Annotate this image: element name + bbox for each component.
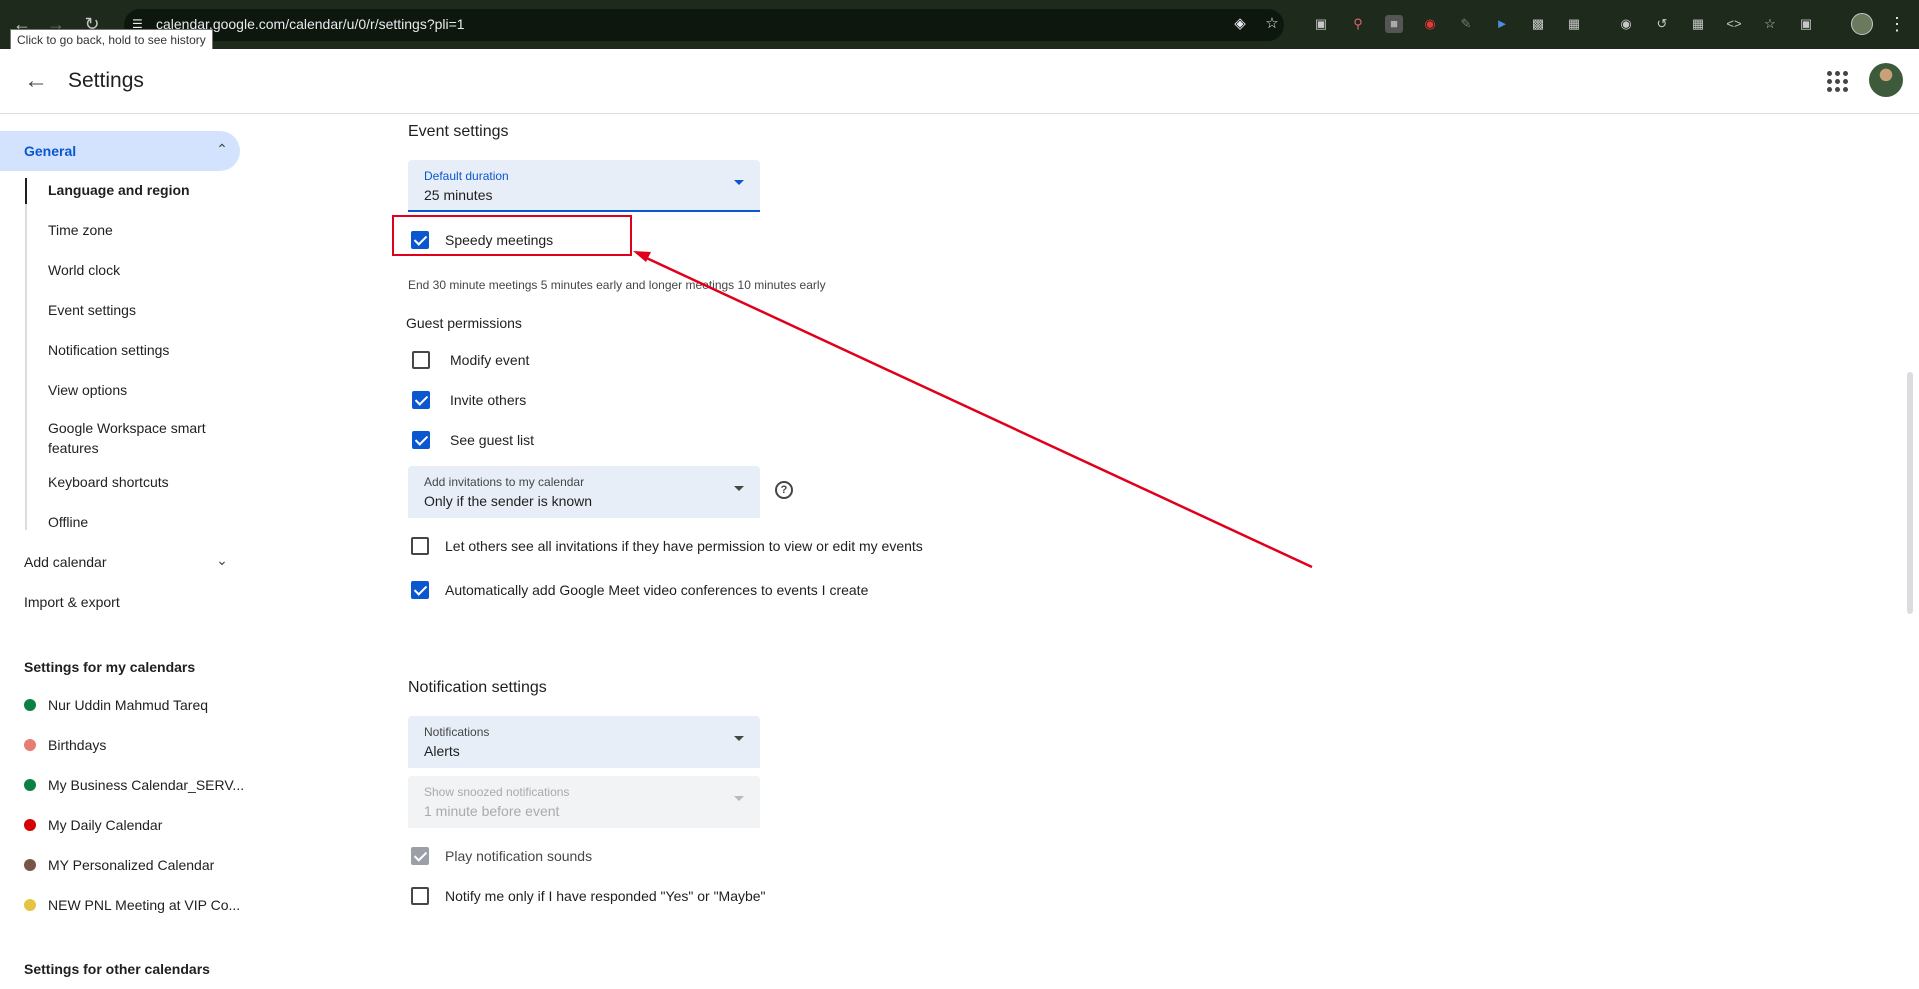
google-apps-icon[interactable] xyxy=(1825,69,1849,93)
account-avatar[interactable] xyxy=(1869,63,1903,97)
modify-event-checkbox[interactable] xyxy=(412,351,430,369)
blue-extension-icon[interactable]: ► xyxy=(1493,15,1511,33)
dropdown-label: Default duration xyxy=(424,169,509,183)
notification-settings-title: Notification settings xyxy=(408,679,547,696)
sidebar-item-label: General xyxy=(24,143,77,159)
browser-menu-icon[interactable]: ⋮ xyxy=(1888,13,1906,35)
dropdown-label: Show snoozed notifications xyxy=(424,785,570,799)
back-tooltip: Click to go back, hold to see history xyxy=(10,29,213,51)
back-arrow-icon[interactable]: ← xyxy=(22,67,50,95)
sidebar-item-import-export[interactable]: Import & export xyxy=(24,594,120,610)
dropdown-arrow-icon xyxy=(734,796,744,801)
dropdown-label: Add invitations to my calendar xyxy=(424,475,585,489)
dropdown-arrow-icon xyxy=(734,180,744,185)
layout-icon[interactable]: ▦ xyxy=(1689,15,1707,33)
settings-sidebar: General ⌃ Language and region Time zone … xyxy=(0,115,260,989)
sidebar-calendar-item[interactable]: Birthdays xyxy=(48,737,106,753)
checkbox-label: Automatically add Google Meet video conf… xyxy=(445,582,869,598)
trash-icon[interactable]: ▣ xyxy=(1797,15,1815,33)
favorites-icon[interactable]: ☆ xyxy=(1761,15,1779,33)
invite-others-checkbox[interactable] xyxy=(412,391,430,409)
help-circle-icon[interactable]: ? xyxy=(775,481,793,499)
nav-guide-line xyxy=(25,178,27,530)
history-icon[interactable]: ↺ xyxy=(1653,15,1671,33)
camera-extension-icon[interactable]: ▣ xyxy=(1312,15,1330,33)
calendar-color-dot xyxy=(24,819,36,831)
scrollbar[interactable] xyxy=(1907,372,1913,614)
dropdown-value: Only if the sender is known xyxy=(424,493,593,509)
sidebar-item-workspace-smart-features[interactable]: Google Workspace smart features xyxy=(48,418,228,458)
gray-extension-icon[interactable]: ■ xyxy=(1385,15,1403,33)
dropdown-value: 1 minute before event xyxy=(424,803,560,819)
browser-profile-avatar[interactable] xyxy=(1851,13,1873,35)
red-extension-icon[interactable]: ◉ xyxy=(1421,15,1439,33)
checkbox-label: See guest list xyxy=(450,432,535,448)
page-title: Settings xyxy=(68,69,144,92)
play-sounds-checkbox xyxy=(411,847,429,865)
sidebar-item-event-settings[interactable]: Event settings xyxy=(48,302,136,318)
dropdown-value: 25 minutes xyxy=(424,187,493,203)
sidebar-item-language-region[interactable]: Language and region xyxy=(48,182,190,198)
sidebar-calendar-item[interactable]: Nur Uddin Mahmud Tareq xyxy=(48,697,208,713)
guest-permissions-title: Guest permissions xyxy=(406,315,522,331)
sidebar-calendar-item[interactable]: My Daily Calendar xyxy=(48,817,162,833)
view-site-icon[interactable]: ◈ xyxy=(1231,15,1249,33)
checkbox-label: Let others see all invitations if they h… xyxy=(445,538,923,554)
pen-extension-icon[interactable]: ✎ xyxy=(1457,15,1475,33)
sidebar-item-add-calendar[interactable]: Add calendar xyxy=(24,554,107,570)
browser-toolbar: ← → ↻ ☰ calendar.google.com/calendar/u/0… xyxy=(0,0,1919,49)
dropdown-arrow-icon xyxy=(734,486,744,491)
calendar-color-dot xyxy=(24,779,36,791)
calendar-color-dot xyxy=(24,739,36,751)
let-others-see-checkbox[interactable] xyxy=(411,537,429,555)
checkbox-label: Notify me only if I have responded "Yes"… xyxy=(445,888,766,904)
checkbox-label: Play notification sounds xyxy=(445,848,593,864)
sidebar-item-offline[interactable]: Offline xyxy=(48,514,88,530)
dropdown-value: Alerts xyxy=(424,743,460,759)
sidebar-calendar-item[interactable]: NEW PNL Meeting at VIP Co... xyxy=(48,897,240,913)
bookmark-star-icon[interactable]: ☆ xyxy=(1263,15,1281,33)
sidebar-item-world-clock[interactable]: World clock xyxy=(48,262,120,278)
sidebar-calendar-item[interactable]: My Business Calendar_SERV... xyxy=(48,777,244,793)
puzzle-extensions-icon[interactable]: ▦ xyxy=(1565,15,1583,33)
annotation-highlight-box xyxy=(392,215,632,256)
speedy-meetings-description: End 30 minute meetings 5 minutes early a… xyxy=(408,278,826,292)
code-icon[interactable]: <> xyxy=(1725,15,1743,33)
auto-meet-checkbox[interactable] xyxy=(411,581,429,599)
snoozed-notifications-dropdown: Show snoozed notifications 1 minute befo… xyxy=(408,776,760,828)
app-header: ← Settings xyxy=(0,49,1919,114)
chevron-up-icon: ⌃ xyxy=(216,141,228,157)
dropdown-arrow-icon xyxy=(734,736,744,741)
search-extension-icon[interactable]: ⚲ xyxy=(1349,15,1367,33)
other-calendars-header: Settings for other calendars xyxy=(24,961,210,977)
chevron-down-icon[interactable]: ⌄ xyxy=(214,552,230,569)
sidebar-item-keyboard-shortcuts[interactable]: Keyboard shortcuts xyxy=(48,474,169,490)
sidebar-item-time-zone[interactable]: Time zone xyxy=(48,222,113,238)
dropdown-label: Notifications xyxy=(424,725,490,739)
event-settings-title: Event settings xyxy=(408,123,509,140)
see-guest-list-checkbox[interactable] xyxy=(412,431,430,449)
checkbox-label: Invite others xyxy=(450,392,527,408)
sidebar-item-general[interactable]: General ⌃ xyxy=(0,131,240,171)
calendar-color-dot xyxy=(24,699,36,711)
sidebar-item-view-options[interactable]: View options xyxy=(48,382,127,398)
sidebar-calendar-item[interactable]: MY Personalized Calendar xyxy=(48,857,214,873)
notifications-dropdown[interactable]: Notifications Alerts xyxy=(408,716,760,768)
nav-active-indicator xyxy=(25,178,27,204)
default-duration-dropdown[interactable]: Default duration 25 minutes xyxy=(408,160,760,212)
notify-only-checkbox[interactable] xyxy=(411,887,429,905)
add-invitations-dropdown[interactable]: Add invitations to my calendar Only if t… xyxy=(408,466,760,518)
checkbox-label: Modify event xyxy=(450,352,530,368)
calendar-color-dot xyxy=(24,859,36,871)
sidebar-item-notification-settings[interactable]: Notification settings xyxy=(48,342,169,358)
location-pin-icon[interactable]: ◉ xyxy=(1617,15,1635,33)
calendar-color-dot xyxy=(24,899,36,911)
my-calendars-header: Settings for my calendars xyxy=(24,659,196,675)
image-extension-icon[interactable]: ▩ xyxy=(1529,15,1547,33)
